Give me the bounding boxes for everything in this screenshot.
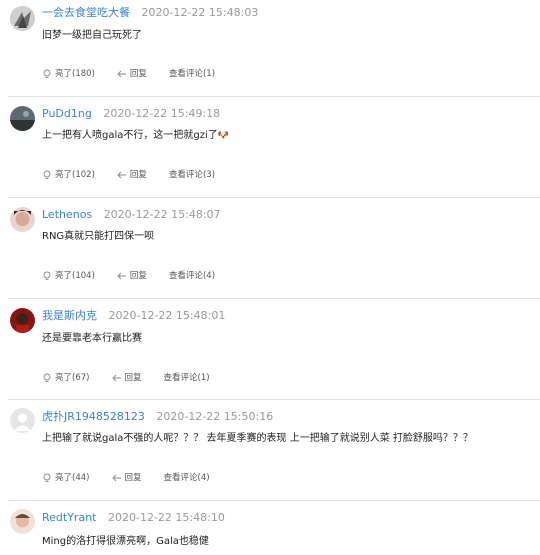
timestamp: 2020-12-22 15:48:07	[103, 208, 221, 221]
reply-icon	[117, 70, 126, 78]
like-icon	[43, 271, 51, 280]
reply-label: 回复	[129, 69, 147, 79]
comment-text: 上把输了就说gala不强的人呢？？？ 去年夏季赛的表现 上一把输了就说别人菜 打…	[42, 433, 473, 444]
reply-label: 回复	[129, 271, 147, 281]
username-link[interactable]: 我是斯内克	[42, 309, 97, 322]
timestamp: 2020-12-22 15:50:16	[156, 410, 274, 423]
like-icon	[43, 170, 51, 179]
comment-text: Ming的洛打得很漂亮啊，Gala也稳健	[42, 536, 209, 547]
view-replies-button[interactable]: 查看评论1	[164, 372, 210, 384]
like-label: 亮了	[55, 271, 73, 281]
comment-text-content: 上一把有人喷gala不行，这一把就gzi了	[42, 130, 218, 141]
separator	[8, 500, 540, 501]
like-label: 亮了	[55, 373, 73, 383]
comment-actions: 亮了180 回复 查看评论1	[42, 68, 237, 80]
avatar[interactable]	[10, 408, 35, 433]
like-count: 104	[72, 270, 95, 282]
comment-actions: 亮了44 回复 查看评论4	[42, 472, 232, 484]
avatar[interactable]	[10, 207, 35, 232]
comment-item: 一会去食堂吃大餐 2020-12-22 15:48:03 旧梦一级把自己玩死了 …	[0, 0, 540, 100]
reply-button[interactable]: 回复	[117, 169, 147, 181]
comment-feed: 一会去食堂吃大餐 2020-12-22 15:48:03 旧梦一级把自己玩死了 …	[0, 0, 540, 555]
view-replies-label: 查看评论	[163, 373, 198, 383]
like-count: 44	[72, 472, 89, 484]
comment-header: Lethenos 2020-12-22 15:48:07	[42, 208, 221, 222]
like-label: 亮了	[55, 170, 73, 180]
reply-count: 3	[203, 169, 215, 181]
reply-button[interactable]: 回复	[117, 270, 147, 282]
reply-label: 回复	[124, 373, 142, 383]
username-link[interactable]: 虎扑JR1948528123	[42, 410, 145, 423]
separator	[8, 96, 540, 97]
timestamp: 2020-12-22 15:48:03	[141, 6, 259, 19]
username-link[interactable]: 一会去食堂吃大餐	[42, 6, 130, 19]
reply-count: 4	[198, 472, 210, 484]
view-replies-button[interactable]: 查看评论4	[164, 472, 210, 484]
like-icon	[43, 473, 51, 482]
reply-count: 4	[203, 270, 215, 282]
view-replies-label: 查看评论	[168, 170, 203, 180]
reply-label: 回复	[129, 170, 147, 180]
reply-count: 1	[198, 372, 210, 384]
view-replies-label: 查看评论	[168, 271, 203, 281]
comment-text: 旧梦一级把自己玩死了	[42, 30, 142, 41]
like-button[interactable]: 亮了102	[42, 169, 95, 181]
view-replies-label: 查看评论	[168, 69, 203, 79]
like-count: 180	[72, 68, 95, 80]
comment-actions: 亮了102 回复 查看评论3	[42, 169, 237, 181]
reply-count: 1	[203, 68, 215, 80]
reply-button[interactable]: 回复	[117, 68, 147, 80]
comment-item: RedtYrant 2020-12-22 15:48:10 Ming的洛打得很漂…	[0, 505, 540, 555]
comment-item: 我是斯内克 2020-12-22 15:48:01 还是要靠老本行赢比赛 亮了6…	[0, 303, 540, 403]
separator	[8, 197, 540, 198]
like-label: 亮了	[55, 69, 73, 79]
reply-icon	[111, 474, 121, 482]
reply-icon	[117, 272, 126, 280]
separator	[8, 298, 540, 299]
comment-text: RNG真就只能打四保一呗	[42, 231, 155, 242]
like-button[interactable]: 亮了104	[42, 270, 95, 282]
view-replies-button[interactable]: 查看评论3	[169, 169, 215, 181]
like-icon	[43, 69, 51, 78]
like-button[interactable]: 亮了67	[42, 372, 90, 384]
timestamp: 2020-12-22 15:48:10	[107, 511, 225, 524]
comment-header: 虎扑JR1948528123 2020-12-22 15:50:16	[42, 410, 273, 424]
like-count: 102	[72, 169, 95, 181]
username-link[interactable]: PuDd1ng	[42, 107, 92, 120]
avatar[interactable]	[10, 6, 35, 31]
comment-item: Lethenos 2020-12-22 15:48:07 RNG真就只能打四保一…	[0, 202, 540, 302]
like-button[interactable]: 亮了44	[42, 472, 90, 484]
comment-actions: 亮了67 回复 查看评论1	[42, 372, 232, 384]
username-link[interactable]: Lethenos	[42, 208, 92, 221]
like-label: 亮了	[55, 473, 73, 483]
reply-button[interactable]: 回复	[111, 472, 142, 484]
comment-header: RedtYrant 2020-12-22 15:48:10	[42, 511, 225, 525]
like-icon	[43, 373, 51, 382]
avatar[interactable]	[10, 106, 35, 131]
timestamp: 2020-12-22 15:48:01	[108, 309, 226, 322]
comment-text: 还是要靠老本行赢比赛	[42, 333, 142, 344]
comment-item: 虎扑JR1948528123 2020-12-22 15:50:16 上把输了就…	[0, 404, 540, 504]
avatar[interactable]	[10, 509, 35, 534]
reply-label: 回复	[124, 473, 142, 483]
view-replies-button[interactable]: 查看评论1	[169, 68, 215, 80]
separator	[8, 399, 540, 400]
username-link[interactable]: RedtYrant	[42, 511, 96, 524]
reply-button[interactable]: 回复	[111, 372, 142, 384]
like-count: 67	[72, 372, 89, 384]
like-button[interactable]: 亮了180	[42, 68, 95, 80]
reply-icon	[111, 374, 121, 382]
avatar[interactable]	[10, 308, 35, 333]
comment-actions: 亮了104 回复 查看评论4	[42, 270, 237, 282]
view-replies-label: 查看评论	[163, 473, 198, 483]
timestamp: 2020-12-22 15:49:18	[103, 107, 221, 120]
comment-text: 上一把有人喷gala不行，这一把就gzi了🐶	[42, 129, 229, 143]
view-replies-button[interactable]: 查看评论4	[169, 270, 215, 282]
comment-item: PuDd1ng 2020-12-22 15:49:18 上一把有人喷gala不行…	[0, 101, 540, 201]
emoji-icon: 🐶	[217, 131, 229, 141]
comment-header: 一会去食堂吃大餐 2020-12-22 15:48:03	[42, 6, 258, 20]
reply-icon	[117, 171, 126, 179]
comment-header: 我是斯内克 2020-12-22 15:48:01	[42, 309, 225, 323]
comment-header: PuDd1ng 2020-12-22 15:49:18	[42, 107, 220, 121]
